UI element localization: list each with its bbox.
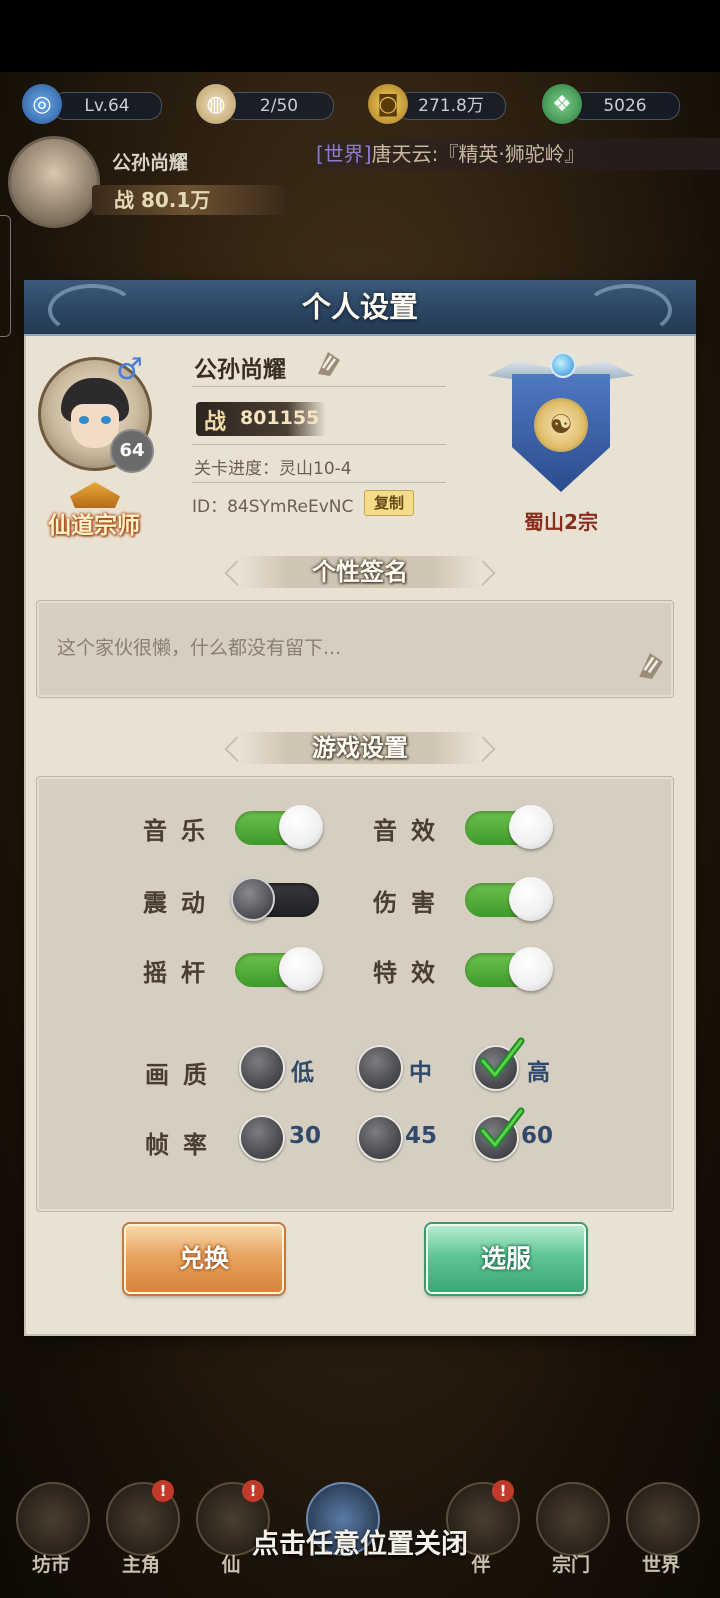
joystick-label: 摇杆 xyxy=(143,959,219,987)
signature-text: 这个家伙很懒，什么都没有留下... xyxy=(57,637,342,659)
alert-badge: ! xyxy=(492,1480,514,1502)
damage-toggle[interactable] xyxy=(465,877,553,921)
quality-low-radio[interactable] xyxy=(239,1045,285,1091)
effects-toggle[interactable] xyxy=(465,947,553,991)
exchange-button[interactable]: 兑换 xyxy=(124,1224,284,1294)
quality-high-label: 高 xyxy=(527,1060,550,1086)
stamina-icon: ◍ xyxy=(196,84,236,124)
jade-display: 5026 xyxy=(570,92,680,120)
stamina-display: 2/50 xyxy=(224,92,334,120)
fps-60-label: 60 xyxy=(521,1123,554,1149)
power-badge: 战 801155 xyxy=(196,402,326,436)
vibration-label: 震动 xyxy=(143,889,219,917)
alert-badge: ! xyxy=(242,1480,264,1502)
title-badge-text: 仙道宗师 xyxy=(48,513,140,539)
male-gender-icon: ♂ xyxy=(116,352,143,387)
effects-label: 特效 xyxy=(373,959,449,987)
coins-display: 271.8万 xyxy=(396,92,506,120)
joystick-toggle[interactable] xyxy=(235,947,323,991)
damage-label: 伤害 xyxy=(373,889,449,917)
dialog-header: 个人设置 xyxy=(24,280,696,336)
hud-avatar[interactable] xyxy=(8,136,100,228)
level-icon: ◎ xyxy=(22,84,62,124)
quality-label: 画质 xyxy=(145,1061,221,1089)
status-bar-area xyxy=(0,0,720,72)
alert-badge: ! xyxy=(152,1480,174,1502)
player-name: 公孙尚耀 xyxy=(194,357,286,383)
hud-power: 战 80.1万 xyxy=(92,185,284,215)
world-chat[interactable]: [世界]唐天云:『精英·狮驼岭』 xyxy=(316,138,720,170)
koi-fish-icon: ☯ xyxy=(534,398,588,452)
checkmark-icon xyxy=(479,1107,525,1149)
jade-icon: ❖ xyxy=(542,84,582,124)
stage-progress: 关卡进度：灵山10-4 xyxy=(194,459,352,479)
level-display: Lv.64 xyxy=(52,92,162,120)
edit-name-icon[interactable] xyxy=(314,350,342,378)
player-id: ID：84SYmReEvNC xyxy=(192,497,354,517)
fps-45-label: 45 xyxy=(405,1123,438,1149)
sfx-label: 音效 xyxy=(373,817,449,845)
fps-60-radio[interactable] xyxy=(473,1107,525,1161)
settings-panel: 音乐 音效 震动 伤害 摇杆 特效 画质 低 中 高 帧率 30 45 60 xyxy=(36,776,674,1212)
quality-low-label: 低 xyxy=(291,1060,314,1086)
power-value: 801155 xyxy=(240,407,320,429)
music-toggle[interactable] xyxy=(235,805,323,849)
dialog-title: 个人设置 xyxy=(301,290,418,324)
quality-medium-label: 中 xyxy=(409,1060,432,1086)
music-label: 音乐 xyxy=(143,817,219,845)
vibration-toggle[interactable] xyxy=(231,877,319,921)
fps-30-radio[interactable] xyxy=(239,1115,285,1161)
checkmark-icon xyxy=(479,1037,525,1079)
hud-power-value: 80.1万 xyxy=(140,188,211,212)
pavilion-icon xyxy=(70,482,120,508)
hud-player-name: 公孙尚耀 xyxy=(112,152,189,174)
edit-signature-icon[interactable] xyxy=(635,651,665,681)
game-settings-header-text: 游戏设置 xyxy=(312,734,408,762)
sect-emblem[interactable]: ☯ xyxy=(488,348,634,498)
title-badge[interactable]: 仙道宗师 xyxy=(36,482,152,539)
chat-text: 唐天云:『精英·狮驼岭』 xyxy=(371,142,585,166)
personal-settings-dialog: 个人设置 ♂ 64 仙道宗师 公孙尚耀 战 801155 关卡进度：灵山10-4… xyxy=(24,280,696,1334)
sect-name: 蜀山2宗 xyxy=(524,510,598,534)
signature-header-text: 个性签名 xyxy=(312,558,408,586)
power-label: 战 xyxy=(204,410,227,435)
quality-medium-radio[interactable] xyxy=(357,1045,403,1091)
signature-header: 个性签名 xyxy=(222,552,498,592)
copy-id-button[interactable]: 复制 xyxy=(364,490,414,516)
level-badge: 64 xyxy=(110,429,154,473)
fps-45-radio[interactable] xyxy=(357,1115,403,1161)
chat-tag: [世界] xyxy=(316,142,372,166)
coin-icon: ◙ xyxy=(368,84,408,124)
close-hint[interactable]: 点击任意位置关闭 xyxy=(0,1522,720,1561)
signature-box[interactable]: 这个家伙很懒，什么都没有留下... xyxy=(36,600,674,698)
player-strip[interactable]: 公孙尚耀 战 80.1万 xyxy=(0,128,290,228)
hud-power-label: 战 xyxy=(114,188,134,212)
framerate-label: 帧率 xyxy=(145,1131,221,1159)
fps-30-label: 30 xyxy=(289,1123,322,1149)
select-server-button[interactable]: 选服 xyxy=(426,1224,586,1294)
side-drawer-tab[interactable] xyxy=(0,215,11,337)
quality-high-radio[interactable] xyxy=(473,1037,525,1091)
sfx-toggle[interactable] xyxy=(465,805,553,849)
game-settings-header: 游戏设置 xyxy=(222,728,498,768)
